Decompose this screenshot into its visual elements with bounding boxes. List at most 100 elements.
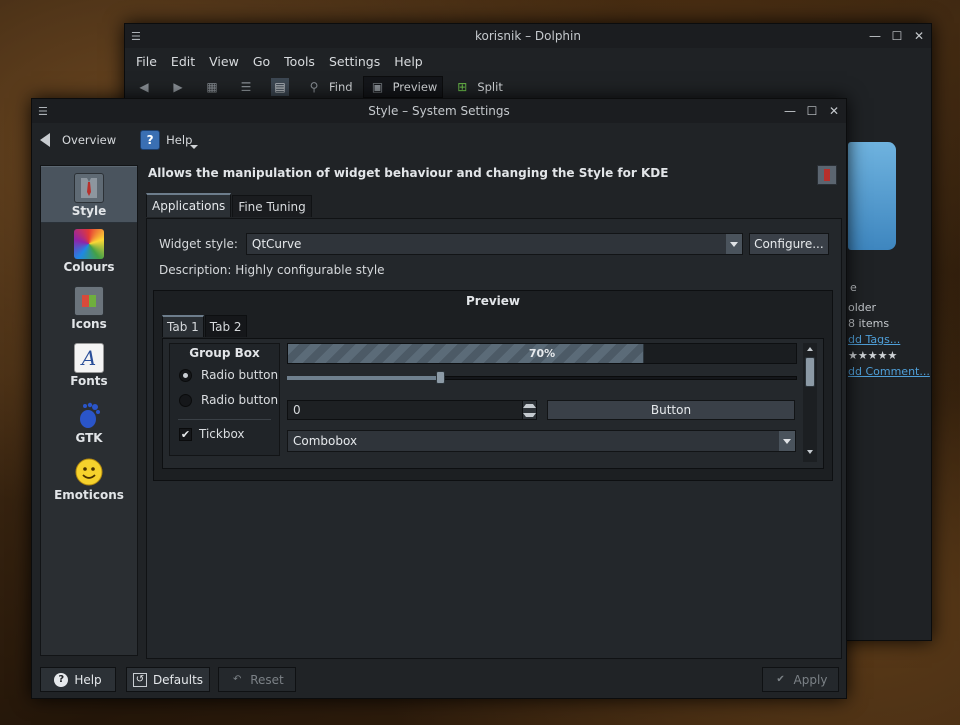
preview-combobox[interactable]: Combobox	[287, 430, 796, 452]
menu-go[interactable]: Go	[253, 54, 270, 69]
divider	[178, 419, 271, 420]
window-menu-icon[interactable]: ☰	[38, 105, 52, 118]
menu-tools[interactable]: Tools	[284, 54, 315, 69]
preview-tab-2[interactable]: Tab 2	[204, 315, 247, 337]
tab-fine-tuning[interactable]: Fine Tuning	[232, 195, 312, 217]
sidebar-item-fonts[interactable]: A Fonts	[41, 337, 137, 394]
find-button[interactable]: ⚲ Find	[305, 78, 353, 96]
menu-edit[interactable]: Edit	[171, 54, 195, 69]
scroll-down-icon[interactable]	[803, 446, 817, 458]
sidebar-item-icons[interactable]: Icons	[41, 280, 137, 337]
info-size: 8 items	[848, 317, 890, 330]
spin-down-icon[interactable]	[523, 410, 536, 419]
configure-button[interactable]: Configure...	[748, 233, 829, 255]
help-menu-button[interactable]: ? Help	[140, 130, 200, 150]
checkmark-icon: ✔	[179, 427, 192, 441]
widget-style-combobox[interactable]: QtCurve	[245, 233, 743, 255]
button-bar: ? Help ↺ Defaults ↶ Reset ✔ Apply	[40, 667, 840, 693]
preview-icon: ▣	[371, 80, 384, 94]
columns-view-icon[interactable]: ▤	[271, 78, 289, 96]
preview-frame: Preview Tab 1 Tab 2 Group Box Radio butt…	[153, 290, 833, 481]
undo-icon: ↶	[233, 674, 242, 685]
tab-applications[interactable]: Applications	[146, 193, 232, 217]
menu-file[interactable]: File	[136, 54, 157, 69]
preview-tabs: Tab 1 Tab 2	[162, 315, 248, 337]
spinbox[interactable]: 0	[287, 400, 537, 420]
smiley-icon	[74, 457, 104, 487]
help-button[interactable]: ? Help	[40, 667, 116, 692]
dolphin-toolbar: ◀ ▶ ▦ ☰ ▤ ⚲ Find ▣ Preview ⊞ Split	[125, 74, 931, 100]
scrollbar-thumb[interactable]	[805, 357, 815, 387]
spinbox-value: 0	[293, 403, 301, 417]
window-menu-icon[interactable]: ☰	[131, 30, 145, 43]
tickbox-checkbox[interactable]: ✔ Tickbox	[179, 427, 245, 441]
icons-view-icon[interactable]: ▦	[203, 78, 221, 96]
preview-tab-1[interactable]: Tab 1	[162, 315, 204, 337]
preview-button[interactable]: Button	[547, 400, 795, 420]
info-type: older	[848, 301, 877, 314]
menu-view[interactable]: View	[209, 54, 239, 69]
close-icon[interactable]: ✕	[913, 29, 925, 43]
checkmark-icon: ✔	[776, 674, 785, 685]
back-arrow-icon	[40, 133, 50, 147]
dolphin-menubar: File Edit View Go Tools Settings Help	[125, 48, 931, 74]
spin-up-icon[interactable]	[523, 401, 536, 410]
chevron-down-icon	[725, 234, 742, 254]
settings-titlebar[interactable]: ☰ Style – System Settings — ☐ ✕	[32, 99, 846, 123]
dolphin-info-panel: e older 8 items dd Tags... ★★★★★ dd Comm…	[848, 280, 930, 380]
style-tie-icon	[74, 173, 104, 203]
menu-settings[interactable]: Settings	[329, 54, 380, 69]
rating-stars[interactable]: ★★★★★	[848, 348, 930, 364]
colour-palette-icon	[74, 229, 104, 259]
sidebar-item-emoticons[interactable]: Emoticons	[41, 451, 137, 508]
reset-button[interactable]: ↶ Reset	[218, 667, 296, 692]
close-icon[interactable]: ✕	[828, 104, 840, 118]
preview-title: Preview	[465, 294, 520, 308]
gtk-gnome-foot-icon	[74, 400, 104, 430]
split-button[interactable]: ⊞ Split	[453, 78, 503, 96]
group-box-title: Group Box	[189, 346, 260, 360]
preview-panel: Group Box Radio button Radio button ✔ Ti…	[162, 338, 824, 469]
font-letter-icon: A	[74, 343, 104, 373]
group-box: Group Box Radio button Radio button ✔ Ti…	[169, 343, 280, 456]
preview-button[interactable]: ▣ Preview	[362, 76, 444, 98]
widget-style-value: QtCurve	[251, 237, 302, 251]
module-content: Allows the manipulation of widget behavi…	[146, 165, 842, 661]
chevron-down-icon	[779, 431, 795, 451]
split-icon: ⊞	[457, 80, 468, 94]
settings-window-title: Style – System Settings	[368, 104, 510, 118]
slider[interactable]	[287, 370, 797, 386]
back-icon[interactable]: ◀	[135, 78, 153, 96]
add-tags-link[interactable]: dd Tags...	[848, 332, 930, 348]
maximize-icon[interactable]: ☐	[806, 104, 818, 118]
maximize-icon[interactable]: ☐	[891, 29, 903, 43]
module-tabs: Applications Fine Tuning	[146, 193, 313, 217]
scroll-up-icon[interactable]	[803, 343, 817, 355]
preview-combobox-value: Combobox	[293, 434, 358, 448]
settings-toolbar: Overview ? Help	[32, 123, 846, 157]
minimize-icon[interactable]: —	[784, 104, 796, 118]
help-icon: ?	[54, 672, 69, 687]
progress-bar: 70%	[287, 343, 797, 364]
sidebar-item-colours[interactable]: Colours	[41, 223, 137, 280]
details-view-icon[interactable]: ☰	[237, 78, 255, 96]
add-comment-link[interactable]: dd Comment...	[848, 364, 930, 380]
minimize-icon[interactable]: —	[869, 29, 881, 43]
forward-icon[interactable]: ▶	[169, 78, 187, 96]
dolphin-titlebar[interactable]: ☰ korisnik – Dolphin — ☐ ✕	[125, 24, 931, 48]
menu-help[interactable]: Help	[394, 54, 423, 69]
defaults-button[interactable]: ↺ Defaults	[126, 667, 210, 692]
progress-text: 70%	[528, 347, 556, 360]
slider-handle[interactable]	[436, 371, 445, 384]
widget-style-label: Widget style:	[159, 237, 238, 251]
module-sidebar: Style Colours Icons A Fonts GTK Emoticon…	[40, 165, 138, 656]
vertical-scrollbar[interactable]	[803, 343, 817, 462]
style-tie-icon	[817, 165, 837, 185]
sidebar-item-style[interactable]: Style	[41, 166, 137, 223]
applications-panel: Widget style: QtCurve Configure... Descr…	[146, 218, 842, 659]
apply-button[interactable]: ✔ Apply	[762, 667, 839, 692]
sidebar-item-gtk[interactable]: GTK	[41, 394, 137, 451]
overview-button[interactable]: Overview	[40, 133, 116, 147]
radio-button-2[interactable]: Radio button	[179, 393, 278, 407]
radio-button-1[interactable]: Radio button	[179, 368, 278, 382]
